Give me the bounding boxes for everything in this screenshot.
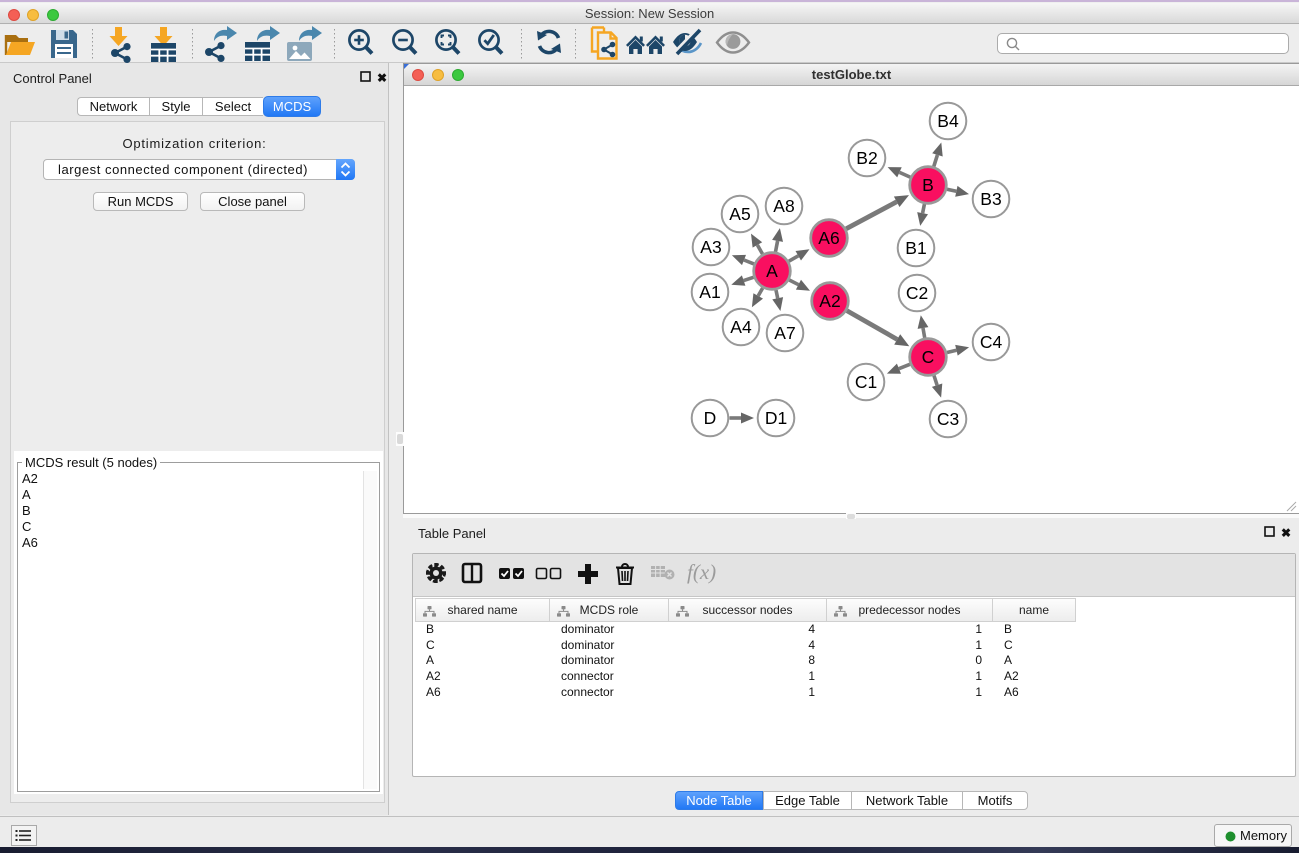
svg-text:A: A [766,261,778,281]
svg-text:D1: D1 [765,408,787,428]
svg-text:C3: C3 [937,409,959,429]
svg-text:A2: A2 [819,291,840,311]
svg-text:B4: B4 [937,111,959,131]
svg-text:A8: A8 [773,196,794,216]
svg-text:A7: A7 [774,323,795,343]
svg-text:B3: B3 [980,189,1001,209]
svg-text:B1: B1 [905,238,926,258]
svg-text:A5: A5 [729,204,750,224]
svg-text:B: B [922,175,934,195]
svg-text:A1: A1 [699,282,720,302]
svg-text:C2: C2 [906,283,928,303]
svg-text:D: D [704,408,717,428]
svg-text:A3: A3 [700,237,721,257]
svg-text:B2: B2 [856,148,877,168]
svg-text:A4: A4 [730,317,752,337]
svg-text:A6: A6 [818,228,839,248]
svg-text:C4: C4 [980,332,1003,352]
svg-text:C: C [922,347,935,367]
svg-text:C1: C1 [855,372,877,392]
